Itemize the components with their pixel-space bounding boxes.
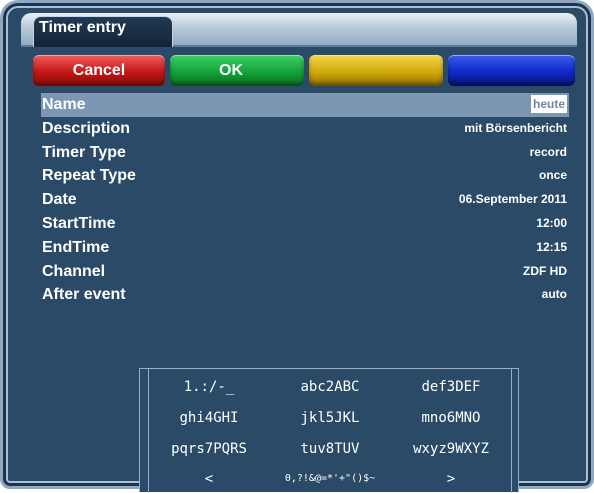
setting-value: ZDF HD: [523, 263, 567, 278]
setting-label: After event: [42, 286, 126, 304]
window-title: Timer entry: [39, 19, 126, 36]
keyboard-key[interactable]: abc2ABC: [270, 379, 390, 395]
cancel-button[interactable]: Cancel: [33, 55, 165, 86]
setting-label: Name: [42, 96, 86, 113]
ok-button-label: OK: [219, 62, 243, 79]
timer-settings-list: Name heute Description mit Börsenbericht…: [41, 93, 569, 307]
setting-label: Repeat Type: [42, 167, 136, 185]
keyboard-key[interactable]: wxyz9WXYZ: [391, 441, 511, 457]
keyboard-key[interactable]: jkl5JKL: [270, 410, 390, 426]
setting-row-after-event[interactable]: After event auto: [41, 283, 569, 307]
setting-value: record: [529, 144, 567, 159]
setting-label: EndTime: [42, 238, 110, 256]
virtual-keyboard: 1.:/-_ abc2ABC def3DEF ghi4GHI jkl5JKL m…: [139, 368, 519, 493]
setting-value: 12:00: [536, 215, 567, 230]
ok-button[interactable]: OK: [170, 55, 304, 86]
setting-label: Date: [42, 191, 77, 209]
setting-row-date[interactable]: Date 06.September 2011: [41, 188, 569, 212]
yellow-button[interactable]: [309, 55, 443, 86]
setting-value: auto: [541, 287, 567, 302]
setting-value: 12:15: [536, 239, 567, 254]
blue-button[interactable]: [448, 55, 575, 86]
window-frame: Timer entry Cancel OK Name heute Descrip…: [0, 0, 594, 493]
setting-row-name[interactable]: Name heute: [41, 93, 569, 117]
keyboard-key[interactable]: def3DEF: [391, 379, 511, 395]
name-input[interactable]: heute: [530, 95, 567, 113]
setting-label: Channel: [42, 262, 106, 280]
setting-label: StartTime: [42, 214, 116, 232]
setting-row-end-time[interactable]: EndTime 12:15: [41, 236, 569, 260]
setting-value: once: [538, 168, 567, 183]
setting-row-channel[interactable]: Channel ZDF HD: [41, 260, 569, 284]
keyboard-key[interactable]: mno6MNO: [391, 410, 511, 426]
setting-row-timer-type[interactable]: Timer Type record: [41, 141, 569, 165]
keyboard-grid: 1.:/-_ abc2ABC def3DEF ghi4GHI jkl5JKL m…: [148, 369, 512, 493]
keyboard-key-backspace[interactable]: <: [149, 471, 269, 487]
keyboard-key-forward[interactable]: >: [391, 471, 511, 487]
setting-value: mit Börsenbericht: [464, 120, 567, 135]
setting-label: Description: [42, 119, 131, 137]
setting-row-description[interactable]: Description mit Börsenbericht: [41, 117, 569, 141]
setting-value: 06.September 2011: [458, 192, 567, 207]
setting-row-start-time[interactable]: StartTime 12:00: [41, 212, 569, 236]
keyboard-key[interactable]: tuv8TUV: [270, 441, 390, 457]
keyboard-key[interactable]: pqrs7PQRS: [149, 441, 269, 457]
keyboard-key[interactable]: ghi4GHI: [149, 410, 269, 426]
setting-label: Timer Type: [42, 143, 126, 161]
setting-row-repeat-type[interactable]: Repeat Type once: [41, 164, 569, 188]
keyboard-key[interactable]: 0,?!&@=*'+"()$~: [270, 473, 390, 484]
color-button-bar: Cancel OK: [33, 55, 575, 87]
keyboard-key[interactable]: 1.:/-_: [149, 379, 269, 395]
